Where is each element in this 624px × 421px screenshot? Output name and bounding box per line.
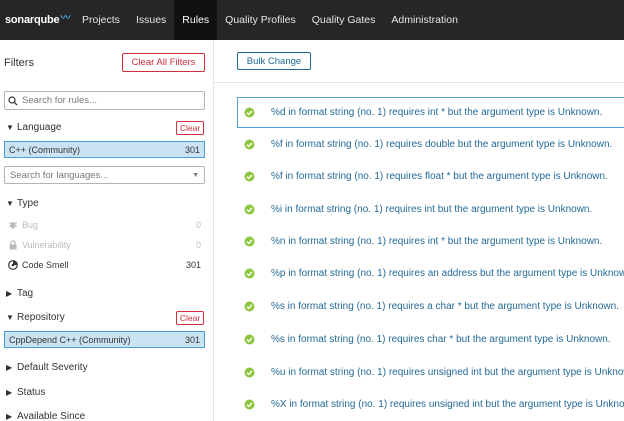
rule-item[interactable]: %p in format string (no. 1) requires an … [237, 258, 624, 289]
rule-item[interactable]: %n in format string (no. 1) requires int… [237, 226, 624, 257]
rule-search-input[interactable]: Search for rules... [4, 91, 205, 110]
nav-projects[interactable]: Projects [74, 0, 128, 40]
chevron-down-icon: ▼ [6, 313, 14, 322]
facet-language[interactable]: ▼ Language [6, 122, 62, 133]
type-option-count: 0 [195, 219, 201, 230]
rule-title[interactable]: %n in format string (no. 1) requires int… [271, 236, 602, 247]
type-option-count: 301 [185, 259, 201, 270]
type-option-vulnerability[interactable]: Vulnerability 0 [4, 236, 205, 253]
chevron-right-icon: ▶ [6, 388, 13, 397]
nav-administration[interactable]: Administration [383, 0, 466, 40]
chevron-down-icon: ▼ [6, 199, 14, 208]
clear-repository-button[interactable]: Clear [176, 311, 204, 325]
chevron-down-icon: ▼ [6, 123, 14, 132]
check-circle-icon [244, 334, 255, 345]
nav-quality-gates[interactable]: Quality Gates [304, 0, 384, 40]
type-option-count: 0 [195, 239, 201, 250]
rule-title[interactable]: %f in format string (no. 1) requires dou… [271, 139, 612, 150]
nav-quality-profiles[interactable]: Quality Profiles [217, 0, 304, 40]
facet-status-label: Status [17, 387, 46, 398]
filters-sidebar: Filters Clear All Filters Search for rul… [0, 40, 213, 421]
facet-available-since[interactable]: ▶ Available Since [6, 411, 85, 421]
nav-issues[interactable]: Issues [128, 0, 174, 40]
check-circle-icon [244, 171, 255, 182]
rule-item[interactable]: %X in format string (no. 1) requires uns… [237, 389, 624, 420]
rule-title[interactable]: %X in format string (no. 1) requires uns… [271, 399, 624, 410]
check-circle-icon [244, 236, 255, 247]
top-navigation: sonarqube 〰 Projects Issues Rules Quality… [0, 0, 624, 40]
logo-wave-icon: 〰 [60, 12, 71, 24]
language-search-select[interactable]: Search for languages... ▼ [4, 166, 205, 184]
chevron-right-icon: ▶ [6, 412, 13, 421]
check-circle-icon [244, 204, 255, 215]
repository-option-count: 301 [184, 334, 200, 345]
facet-tag-label: Tag [17, 288, 34, 299]
sonarqube-logo[interactable]: sonarqube 〰 [0, 0, 74, 40]
type-option-label: Vulnerability [22, 239, 71, 250]
facet-default-severity-label: Default Severity [17, 362, 88, 373]
rule-title[interactable]: %s in format string (no. 1) requires a c… [271, 301, 619, 312]
rule-item[interactable]: %u in format string (no. 1) requires uns… [237, 357, 624, 388]
check-circle-icon [244, 301, 255, 312]
rule-search-placeholder: Search for rules... [22, 95, 97, 106]
code-smell-icon [8, 259, 18, 270]
check-circle-icon [244, 268, 255, 279]
facet-tag[interactable]: ▶ Tag [6, 288, 33, 299]
rule-title[interactable]: %d in format string (no. 1) requires int… [271, 107, 602, 118]
search-icon [8, 95, 18, 105]
rule-item[interactable]: %s in format string (no. 1) requires a c… [237, 291, 624, 322]
facet-status[interactable]: ▶ Status [6, 387, 45, 398]
repository-option-label: CppDepend C++ (Community) [9, 334, 131, 345]
check-circle-icon [244, 367, 255, 378]
rule-item[interactable]: %d in format string (no. 1) requires int… [237, 97, 624, 128]
clear-language-button[interactable]: Clear [176, 121, 204, 135]
type-option-label: Bug [22, 219, 39, 230]
rules-toolbar: Bulk Change [214, 40, 624, 83]
facet-type[interactable]: ▼ Type [6, 198, 39, 209]
lock-icon [9, 239, 17, 249]
language-option-label: C++ (Community) [9, 144, 81, 155]
facet-repository[interactable]: ▼ Repository [6, 312, 65, 323]
logo-text: sonarqube [5, 14, 60, 26]
rule-title[interactable]: %u in format string (no. 1) requires uns… [271, 367, 624, 378]
rule-item[interactable]: %f in format string (no. 1) requires dou… [237, 129, 624, 160]
rule-item[interactable]: %s in format string (no. 1) requires cha… [237, 324, 624, 355]
rule-item[interactable]: %i in format string (no. 1) requires int… [237, 194, 624, 225]
check-circle-icon [244, 107, 255, 118]
rule-title[interactable]: %i in format string (no. 1) requires int… [271, 204, 592, 215]
facet-default-severity[interactable]: ▶ Default Severity [6, 362, 88, 373]
nav-rules[interactable]: Rules [174, 0, 218, 40]
facet-type-label: Type [17, 198, 39, 209]
rule-item[interactable]: %f in format string (no. 1) requires flo… [237, 161, 624, 192]
bulk-change-button[interactable]: Bulk Change [237, 52, 311, 70]
rule-title[interactable]: %s in format string (no. 1) requires cha… [271, 334, 611, 345]
chevron-right-icon: ▶ [6, 363, 13, 372]
type-option-bug[interactable]: Bug 0 [4, 216, 205, 233]
check-circle-icon [244, 139, 255, 150]
language-select-placeholder: Search for languages... [10, 169, 109, 181]
facet-available-since-label: Available Since [17, 411, 86, 421]
caret-down-icon: ▼ [192, 171, 199, 179]
rule-title[interactable]: %p in format string (no. 1) requires an … [271, 268, 624, 279]
language-option-count: 301 [184, 144, 200, 155]
rules-main-panel: Bulk Change %d in format string (no. 1) … [213, 40, 624, 421]
chevron-right-icon: ▶ [6, 289, 13, 298]
type-option-code-smell[interactable]: Code Smell 301 [4, 256, 205, 273]
language-option-cpp[interactable]: C++ (Community) 301 [4, 141, 205, 158]
filters-title: Filters [4, 57, 34, 69]
check-circle-icon [244, 399, 255, 410]
rule-title[interactable]: %f in format string (no. 1) requires flo… [271, 171, 608, 182]
facet-language-label: Language [17, 122, 62, 133]
clear-all-filters-button[interactable]: Clear All Filters [122, 53, 205, 72]
repository-option-cppdepend[interactable]: CppDepend C++ (Community) 301 [4, 331, 205, 348]
bug-icon [9, 221, 17, 229]
type-option-label: Code Smell [22, 259, 69, 270]
facet-repository-label: Repository [17, 312, 65, 323]
